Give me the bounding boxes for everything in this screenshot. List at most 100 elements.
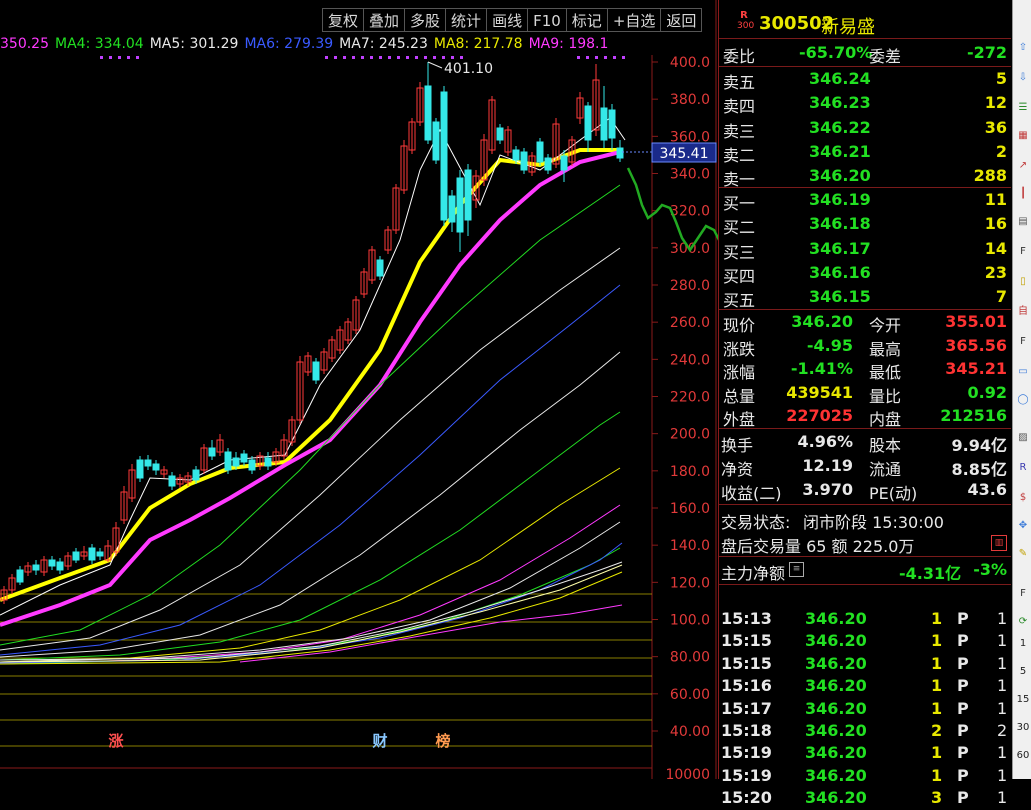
down-arrow-icon[interactable]: ⇩ (1015, 70, 1031, 86)
chart-icon[interactable]: ▨ (1015, 430, 1031, 446)
stock-header: R 300 300502 新易盛 (719, 10, 1011, 40)
signal-dot (325, 56, 328, 59)
stats-row: 换手 4.96% 股本 9.94亿 (721, 432, 1007, 455)
candle-icon[interactable]: ┃ (1015, 186, 1031, 202)
trade-status-row: 交易状态: 闭市阶段 15:30:00 (721, 513, 944, 532)
signal-dot (451, 56, 454, 59)
sell_orders-row: 卖五 346.24 5 (723, 69, 1007, 92)
quote-panel: R 300 300502 新易盛 委比 -65.70% 委差 -272 卖五 34… (718, 0, 1011, 807)
candle-body (616, 147, 624, 159)
event-marker[interactable]: 涨 (108, 732, 123, 750)
signal-dot (118, 56, 121, 59)
tick-row: 15:15 346.20 1 P 1 (721, 631, 1008, 651)
tick-row: 15:19 346.20 1 P 1 (721, 743, 1008, 763)
period-15-button[interactable]: 15 (1015, 692, 1031, 708)
buy_orders-row: 买五 346.15 7 (723, 287, 1007, 311)
signal-dot (460, 56, 463, 59)
peak-pointer (427, 61, 443, 69)
after-hours-row: 盘后交易量 65 额 225.0万 ▥ (719, 532, 1011, 556)
candle-body (440, 91, 448, 221)
signal-dot (127, 56, 130, 59)
y-tick-label: 220.0 (670, 390, 710, 406)
window-icon[interactable]: ▭ (1015, 364, 1031, 380)
menu-icon[interactable]: ≡ (789, 562, 804, 577)
f5-icon[interactable]: F (1015, 586, 1031, 602)
sell_orders-row: 卖一 346.20 288 (723, 166, 1007, 190)
y-tick-label: 340.0 (670, 167, 710, 183)
y-tick-label: 40.00 (670, 724, 710, 740)
candle-body (144, 459, 152, 467)
self-icon[interactable]: 自 (1015, 304, 1031, 320)
candle-body (72, 551, 80, 561)
event-marker[interactable]: 榜 (435, 732, 450, 750)
signal-dot (442, 56, 445, 59)
candle-body (136, 459, 144, 479)
candle-body (520, 151, 528, 171)
bar-chart-icon[interactable]: ▥ (991, 535, 1007, 551)
stock-badge: R 300 (737, 10, 755, 31)
y-tick-label: 60.00 (670, 687, 710, 703)
grid-icon[interactable]: ▦ (1015, 128, 1031, 144)
trend-icon[interactable]: ↗ (1015, 158, 1031, 174)
up-arrow-icon[interactable]: ⇧ (1015, 40, 1031, 56)
candle-body (152, 463, 160, 471)
signal-dot (595, 56, 598, 59)
sell_orders-row: 卖三 346.22 36 (723, 117, 1007, 141)
net-flow-row: 主力净额 ≡ -4.31亿 -3% (721, 560, 1007, 583)
candle-body (496, 127, 504, 141)
y-tick-label: 200.0 (670, 427, 710, 443)
ma-line (0, 148, 620, 602)
refresh-icon[interactable]: ⟳ (1015, 614, 1031, 630)
f3-icon[interactable]: F (1015, 334, 1031, 350)
signal-dot (433, 56, 436, 59)
tick-row: 15:20 346.20 3 P 1 (721, 788, 1008, 808)
candle-body (544, 157, 552, 171)
signal-dot (361, 56, 364, 59)
dollar-icon[interactable]: $ (1015, 490, 1031, 506)
bid-ask-ratio-row: 委比 -65.70% 委差 -272 (723, 43, 1007, 66)
signal-dot (406, 56, 409, 59)
quote-row: 总量 439541 量比 0.92 (723, 382, 1007, 406)
tick-row: 15:17 346.20 1 P 1 (721, 698, 1008, 718)
signal-dot (586, 56, 589, 59)
doc-icon[interactable]: ▯ (1015, 274, 1031, 290)
y-tick-label: 380.0 (670, 92, 710, 108)
period-60-button[interactable]: 60 (1015, 748, 1031, 764)
period-5-button[interactable]: 5 (1015, 664, 1031, 680)
signal-dot (604, 56, 607, 59)
signal-dot (343, 56, 346, 59)
ma-line (0, 351, 621, 658)
candle-body (240, 453, 248, 463)
candle-body (56, 561, 64, 571)
pencil-icon[interactable]: ✎ (1015, 546, 1031, 562)
candle-body (232, 457, 240, 467)
signal-dot (136, 56, 139, 59)
table-icon[interactable]: ▤ (1015, 214, 1031, 230)
period-30-button[interactable]: 30 (1015, 720, 1031, 736)
signal-dot (379, 56, 382, 59)
signal-dot (424, 56, 427, 59)
tick-row: 15:13 346.20 1 P 1 (721, 609, 1008, 628)
y-tick-label: 240.0 (670, 352, 710, 368)
f10-icon[interactable]: F (1015, 244, 1031, 260)
y-tick-label: 140.0 (670, 538, 710, 554)
buy_orders-row: 买三 346.17 14 (723, 238, 1007, 262)
peak-price-label: 401.10 (444, 61, 493, 77)
circle-icon[interactable]: ◯ (1015, 392, 1031, 408)
stats-row: 净资 12.19 流通 8.85亿 (721, 456, 1007, 479)
rs-icon[interactable]: R (1015, 460, 1031, 476)
candle-body (512, 149, 520, 161)
event-marker[interactable]: 财 (372, 732, 387, 750)
y-tick-label: 160.0 (670, 501, 710, 517)
y-tick-label: 400.0 (670, 55, 710, 71)
tick-row: 15:19 346.20 1 P 1 (721, 765, 1008, 785)
candle-body (96, 551, 104, 557)
tick-row: 15:15 346.20 1 P 1 (721, 653, 1008, 673)
candle-body (168, 475, 176, 487)
move-icon[interactable]: ✥ (1015, 518, 1031, 534)
candle-body (432, 121, 440, 161)
signal-dot (577, 56, 580, 59)
list-icon[interactable]: ☰ (1015, 100, 1031, 116)
period-1-button[interactable]: 1 (1015, 636, 1031, 652)
candle-body (192, 469, 200, 481)
